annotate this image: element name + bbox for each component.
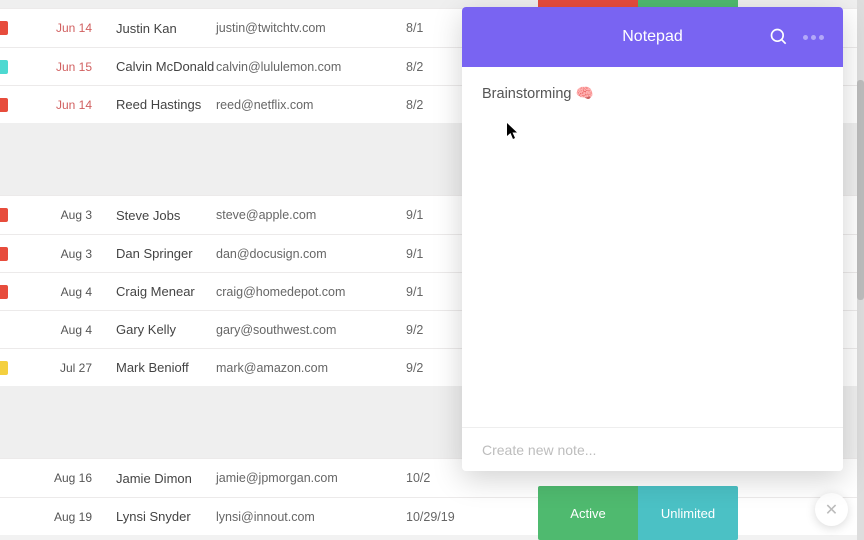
scrollbar[interactable] (857, 0, 864, 540)
row-due: 8/2 (406, 60, 466, 74)
notepad-body[interactable]: Brainstorming 🧠 (462, 67, 843, 427)
row-due: 10/29/19 (406, 510, 466, 524)
row-due: 9/2 (406, 323, 466, 337)
row-date: Aug 3 (0, 247, 116, 261)
more-icon[interactable] (803, 27, 827, 47)
row-due: 9/2 (406, 361, 466, 375)
row-name: Reed Hastings (116, 97, 216, 112)
row-date: Aug 3 (0, 208, 116, 222)
row-date: Jun 15 (0, 60, 116, 74)
status-active[interactable]: Active (538, 486, 638, 540)
close-button[interactable]: ✕ (815, 493, 848, 526)
notepad-header: Notepad (462, 7, 843, 67)
row-flag (0, 361, 8, 375)
cursor-icon (506, 122, 520, 140)
row-name: Craig Menear (116, 284, 216, 299)
row-flag (0, 247, 8, 261)
row-due: 9/1 (406, 285, 466, 299)
row-date: Aug 4 (0, 323, 116, 337)
note-item[interactable]: Brainstorming 🧠 (482, 85, 823, 102)
row-email: calvin@lululemon.com (216, 60, 406, 74)
row-name: Mark Benioff (116, 360, 216, 375)
row-name: Gary Kelly (116, 322, 216, 337)
row-date: Jun 14 (0, 21, 116, 35)
row-email: dan@docusign.com (216, 247, 406, 261)
row-due: 9/1 (406, 247, 466, 261)
create-note-input[interactable]: Create new note... (462, 427, 843, 471)
row-name: Steve Jobs (116, 208, 216, 223)
create-note-placeholder: Create new note... (482, 442, 596, 458)
row-flag (0, 60, 8, 74)
scrollbar-thumb[interactable] (857, 80, 864, 300)
row-due: 8/1 (406, 21, 466, 35)
row-name: Lynsi Snyder (116, 509, 216, 524)
row-email: lynsi@innout.com (216, 510, 406, 524)
row-due: 9/1 (406, 208, 466, 222)
row-email: steve@apple.com (216, 208, 406, 222)
status-pill[interactable]: Active Unlimited (538, 486, 738, 540)
row-name: Jamie Dimon (116, 471, 216, 486)
row-date: Aug 4 (0, 285, 116, 299)
notepad-title: Notepad (622, 28, 683, 46)
row-flag (0, 98, 8, 112)
row-name: Justin Kan (116, 21, 216, 36)
row-email: justin@twitchtv.com (216, 21, 406, 35)
row-email: craig@homedepot.com (216, 285, 406, 299)
search-icon[interactable] (769, 27, 789, 47)
row-email: mark@amazon.com (216, 361, 406, 375)
row-flag (0, 285, 8, 299)
row-email: gary@southwest.com (216, 323, 406, 337)
close-icon: ✕ (825, 500, 838, 520)
row-date: Aug 19 (0, 510, 116, 524)
row-name: Dan Springer (116, 246, 216, 261)
status-top-strip (538, 0, 738, 7)
row-email: jamie@jpmorgan.com (216, 471, 406, 485)
notepad-panel: Notepad Brainstorming 🧠 Create new note.… (462, 7, 843, 471)
row-date: Jul 27 (0, 361, 116, 375)
status-unlimited[interactable]: Unlimited (638, 486, 738, 540)
row-flag (0, 208, 8, 222)
row-flag (0, 21, 8, 35)
row-date: Aug 16 (0, 471, 116, 485)
row-email: reed@netflix.com (216, 98, 406, 112)
row-name: Calvin McDonald (116, 59, 216, 74)
row-due: 8/2 (406, 98, 466, 112)
row-date: Jun 14 (0, 98, 116, 112)
row-due: 10/2 (406, 471, 466, 485)
